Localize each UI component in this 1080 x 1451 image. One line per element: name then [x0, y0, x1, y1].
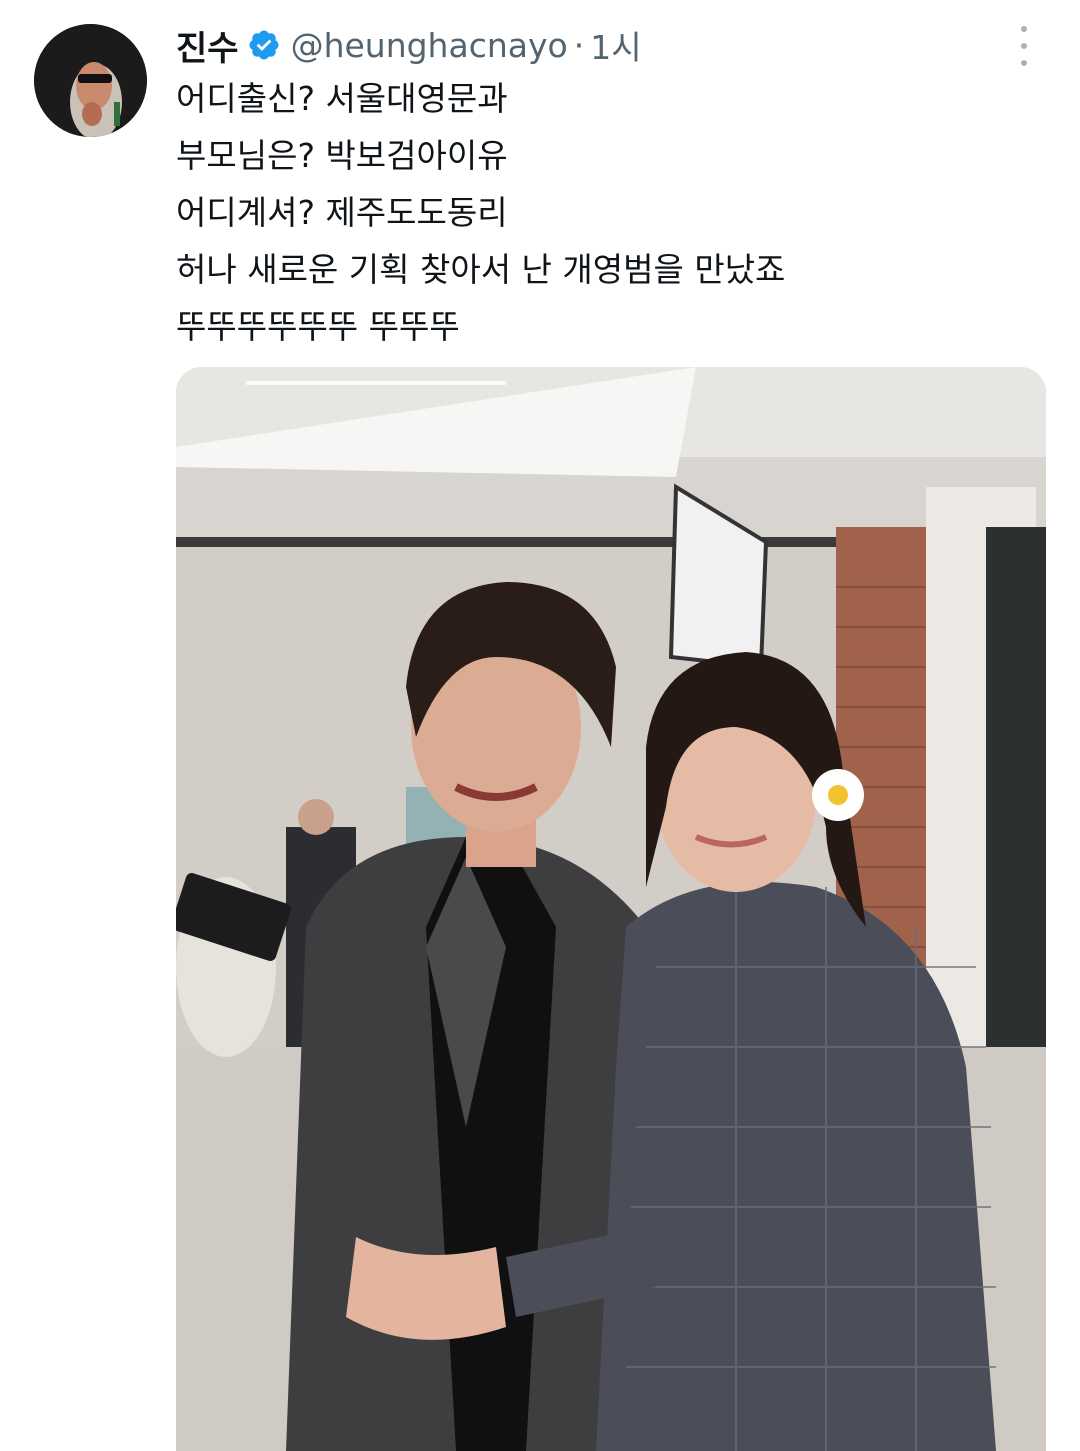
- tweet-text-line: 허나 새로운 기획 찾아서 난 개영범을 만났죠: [176, 250, 786, 289]
- author-handle[interactable]: @heunghacnayo: [291, 26, 568, 65]
- author-name[interactable]: 진수: [176, 21, 239, 70]
- tweet-header: 진수 @heunghacnayo · 1시: [176, 20, 642, 70]
- tweet-text-line: 어디출신? 서울대영문과: [176, 79, 508, 118]
- author-avatar[interactable]: [34, 24, 147, 137]
- photo-image: [176, 367, 1046, 1451]
- separator-dot: ·: [573, 25, 585, 65]
- tweet-text-line: 어디계셔? 제주도도동리: [176, 193, 508, 232]
- tweet-text: 어디출신? 서울대영문과 부모님은? 박보검아이유 어디계셔? 제주도도동리 허…: [176, 70, 785, 355]
- tweet-photo[interactable]: [176, 367, 1046, 1451]
- verified-badge-icon: [249, 30, 279, 60]
- timestamp[interactable]: 1시: [590, 21, 641, 69]
- tweet-text-line: 뚜뚜뚜뚜뚜뚜 뚜뚜뚜: [176, 307, 460, 346]
- more-options-icon[interactable]: [1012, 26, 1036, 66]
- tweet-text-line: 부모님은? 박보검아이유: [176, 136, 508, 175]
